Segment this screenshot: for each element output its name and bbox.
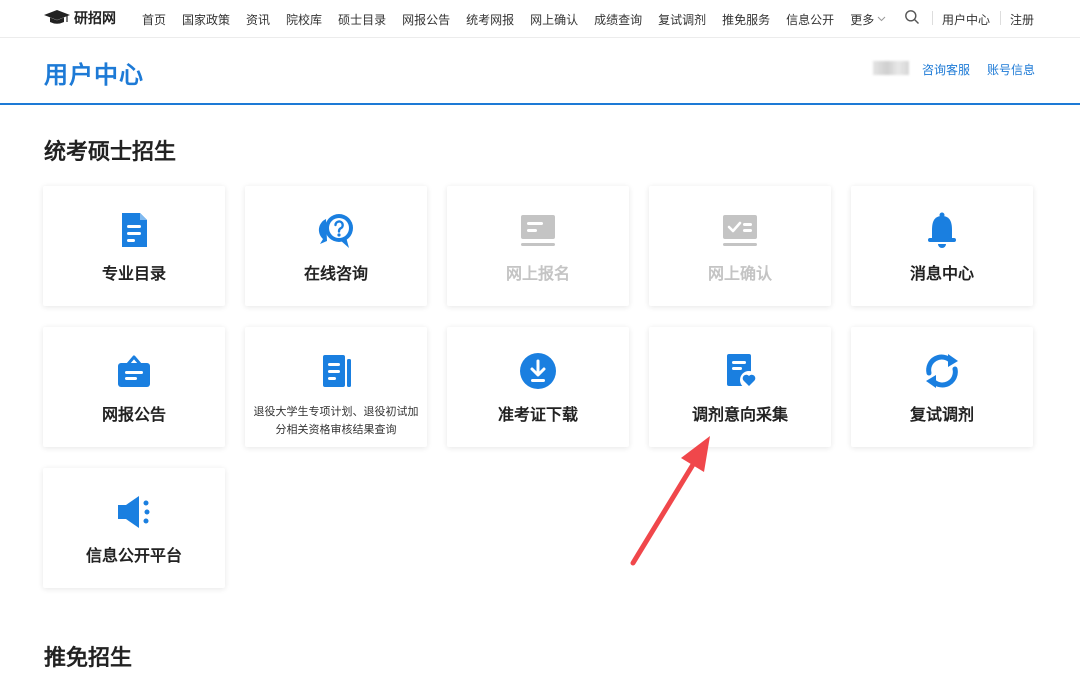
monitor-check-icon <box>720 210 760 250</box>
graduation-cap-icon <box>44 10 70 24</box>
download-icon <box>518 351 558 391</box>
consult-service-link[interactable]: 咨询客服 <box>922 61 970 78</box>
section-title-exam: 统考硕士招生 <box>44 140 177 165</box>
card-label: 准考证下载 <box>497 405 578 424</box>
card-online-consult[interactable]: 在线咨询 <box>245 186 427 306</box>
card-online-confirmation[interactable]: 网上确认 <box>649 186 831 306</box>
nav-link-scores[interactable]: 成绩查询 <box>594 11 642 28</box>
nav-link-policy[interactable]: 国家政策 <box>182 11 230 28</box>
top-navbar: 研招网 首页 国家政策 资讯 院校库 硕士目录 网报公告 统考网报 网上确认 成… <box>0 0 1080 38</box>
document-icon <box>114 210 154 250</box>
nav-divider <box>932 11 933 25</box>
card-message-center[interactable]: 消息中心 <box>851 186 1033 306</box>
card-label: 在线咨询 <box>303 264 368 283</box>
card-label: 调剂意向采集 <box>691 405 788 424</box>
card-label: 专业目录 <box>101 264 166 283</box>
nav-link-home[interactable]: 首页 <box>142 11 166 28</box>
chat-question-icon <box>316 210 356 250</box>
card-label: 信息公开平台 <box>85 546 182 565</box>
nav-link-registration[interactable]: 统考网报 <box>466 11 514 28</box>
logout-link[interactable]: 注册 <box>1010 0 1034 38</box>
nav-link-recommendation[interactable]: 推免服务 <box>722 11 770 28</box>
page-header: 用户中心 咨询客服 账号信息 <box>0 39 1080 105</box>
nav-link-adjustment[interactable]: 复试调剂 <box>658 11 706 28</box>
nav-link-announcements[interactable]: 网报公告 <box>402 11 450 28</box>
logo-text: 研招网 <box>74 11 116 27</box>
nav-link-news[interactable]: 资讯 <box>246 11 270 28</box>
nav-link-disclosure[interactable]: 信息公开 <box>786 11 834 28</box>
card-label: 网报公告 <box>101 405 166 424</box>
account-info-link[interactable]: 账号信息 <box>987 61 1035 78</box>
site-logo[interactable]: 研招网 <box>44 8 116 28</box>
nav-link-catalog[interactable]: 硕士目录 <box>338 11 386 28</box>
section-title-recommendation: 推免招生 <box>44 646 133 671</box>
refresh-icon <box>922 351 962 391</box>
card-label: 网上确认 <box>707 264 772 283</box>
notice-board-icon <box>114 351 154 391</box>
blurred-username <box>873 61 909 75</box>
nav-link-confirmation[interactable]: 网上确认 <box>530 11 578 28</box>
file-heart-icon <box>720 351 760 391</box>
card-admission-ticket-download[interactable]: 准考证下载 <box>447 327 629 447</box>
card-label: 消息中心 <box>909 264 974 283</box>
nav-more-label: 更多 <box>850 12 875 27</box>
report-icon <box>316 351 356 391</box>
nav-divider <box>1000 11 1001 25</box>
user-center-link[interactable]: 用户中心 <box>942 0 990 38</box>
page-title: 用户中心 <box>44 61 144 89</box>
card-label: 复试调剂 <box>909 405 974 424</box>
main-nav: 首页 国家政策 资讯 院校库 硕士目录 网报公告 统考网报 网上确认 成绩查询 … <box>142 0 902 38</box>
card-label: 退役大学生专项计划、退役初试加分相关资格审核结果查询 <box>253 405 419 436</box>
chevron-down-icon <box>877 16 886 22</box>
nav-link-schools[interactable]: 院校库 <box>286 11 322 28</box>
megaphone-icon <box>114 492 154 532</box>
card-retest-adjustment[interactable]: 复试调剂 <box>851 327 1033 447</box>
card-info-disclosure-platform[interactable]: 信息公开平台 <box>43 468 225 588</box>
card-online-registration[interactable]: 网上报名 <box>447 186 629 306</box>
search-icon <box>905 10 919 24</box>
card-label: 网上报名 <box>505 264 570 283</box>
monitor-icon <box>518 210 558 250</box>
card-registration-notice[interactable]: 网报公告 <box>43 327 225 447</box>
card-veteran-qualification-query[interactable]: 退役大学生专项计划、退役初试加分相关资格审核结果查询 <box>245 327 427 447</box>
card-major-catalog[interactable]: 专业目录 <box>43 186 225 306</box>
search-button[interactable] <box>904 9 922 27</box>
nav-more-dropdown[interactable]: 更多 <box>850 11 886 28</box>
card-adjustment-intention[interactable]: 调剂意向采集 <box>649 327 831 447</box>
bell-icon <box>922 210 962 250</box>
